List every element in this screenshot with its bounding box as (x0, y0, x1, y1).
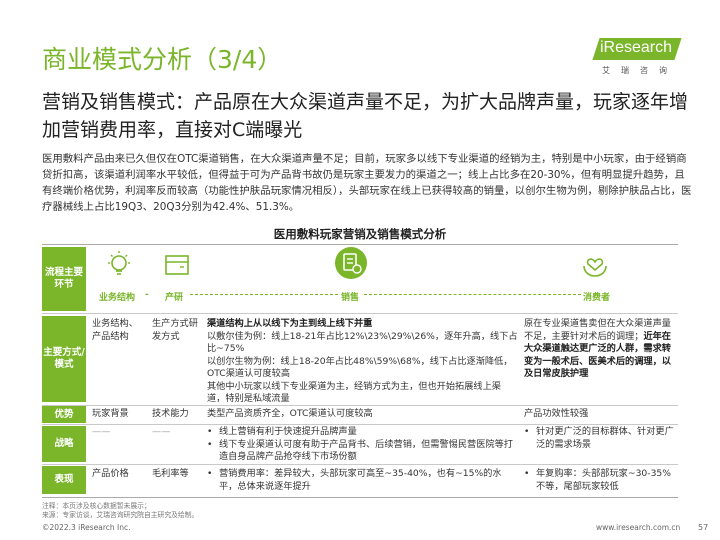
slide: 商业模式分析（3/4） iResearch 艾瑞咨询 营销及销售模式：产品原在大… (0, 0, 720, 540)
repurchase-bullet: 年复购率：头部部玩家~30-35%不等，尾部玩家较低 (524, 468, 680, 493)
row-divider (42, 424, 678, 425)
footer-source: 来源：专家访谈，艾瑞咨询研究院自主研究及绘制。 (42, 511, 199, 519)
section-title: 医用敷料玩家营销及销售模式分析 (273, 227, 447, 241)
cell-strategy-dash: —— (152, 426, 171, 437)
cell-marketing-rate: 营销费用率：差异较大，头部玩家可高至~35-40%，也有~15%的水平，总体来说… (207, 468, 519, 493)
row-label-strategy: 战略 (42, 426, 86, 462)
strategy-consumer-bullet: 针对更广泛的目标群体、针对更广泛的需求场景 (524, 426, 680, 451)
strategy-bullet: 线上营销有利于快速提升品牌声量 (207, 426, 519, 439)
cell-strategy-consumer: 针对更广泛的目标群体、针对更广泛的需求场景 (524, 426, 680, 451)
row-divider (42, 405, 678, 406)
row-label-performance: 表现 (42, 466, 86, 494)
row-divider (42, 313, 678, 314)
cell-repurchase: 年复购率：头部部玩家~30-35%不等，尾部玩家较低 (524, 468, 680, 493)
cell-production: 生产方式研发方式 (152, 318, 198, 342)
strategy-bullet: 线下专业渠道认可度有助于产品背书、后续营销，但需警惕民营医院等打造自身品牌产品抢… (207, 439, 519, 464)
body-paragraph: 医用敷料产品由来已久但仅在OTC渠道销售，在大众渠道声量不足；目前，玩家多以线下… (42, 153, 692, 213)
cell-player-background: 玩家背景 (92, 408, 129, 419)
row-divider (42, 464, 678, 465)
footer-website[interactable]: www.iresearch.com.cn (596, 523, 680, 532)
cell-business-structure: 业务结构、产品结构 (92, 318, 138, 342)
iresearch-logo: iResearch 艾瑞咨询 (586, 38, 682, 80)
lightbulb-icon (108, 251, 130, 275)
logo-subtext: 艾瑞咨询 (602, 66, 678, 75)
page-subtitle: 营销及销售模式：产品原在大众渠道声量不足，为扩大品牌声量，玩家逐年增加营销费用率… (42, 91, 689, 141)
table-bottom-rule (42, 497, 678, 498)
channel-line: 以创尔生物为例：线上18-20年占比48%\59%\68%，线下占比逐渐降低，O… (207, 355, 513, 380)
channel-line: 以敷尔佳为例：线上18-21年占比12%\23%\29%\26%，逐年升高，线下… (207, 330, 518, 355)
row-label-mode: 主要方式/模式 (42, 316, 86, 402)
heart-hands-icon (583, 258, 607, 277)
cell-strategy-dash: —— (92, 426, 111, 437)
flow-step-rnd: 产研 (165, 293, 184, 303)
factory-icon (165, 255, 189, 275)
cell-product-price: 产品价格 (92, 468, 129, 479)
flow-connector (364, 294, 581, 295)
flow-step-consumer: 消费者 (583, 293, 611, 303)
cell-qualification: 类型产品资质齐全，OTC渠道认可度较高 (207, 408, 373, 419)
row-label-advantage: 优势 (42, 406, 86, 423)
page-title: 商业模式分析（3/4） (42, 45, 283, 74)
table-top-rule (42, 244, 678, 245)
flow-connector (190, 294, 338, 295)
cell-consumer-mode: 原在专业渠道售卖但在大众渠道声量不足，主要针对术后的调理；近年在大众渠道触达更广… (524, 318, 680, 381)
cell-strategy-channel: 线上营销有利于快速提升品牌声量 线下专业渠道认可度有助于产品背书、后续营销，但需… (207, 426, 519, 464)
page-number: 57 (698, 523, 709, 532)
logo-text: iResearch (600, 39, 673, 56)
channel-line: 其他中小玩家以线下专业渠道为主，经销方式为主，但也开始拓展线上渠道，特别是私域流… (207, 380, 501, 405)
cell-gross-margin: 毛利率等 (152, 468, 189, 479)
flow-dash: - (145, 290, 149, 300)
sales-icon (335, 247, 367, 279)
performance-bullet: 营销费用率：差异较大，头部玩家可高至~35-40%，也有~15%的水平，总体来说… (207, 468, 519, 493)
cell-efficacy: 产品功效性较强 (524, 408, 589, 419)
row-label-flow: 流程主要环节 (42, 247, 86, 311)
flow-step-sales: 销售 (341, 293, 360, 303)
cell-tech-capability: 技术能力 (152, 408, 189, 419)
flow-step-business: 业务结构 (99, 293, 136, 303)
channel-structure-headline: 渠道结构上从以线下为主到线上线下并重 (207, 318, 373, 329)
footer-copyright: ©2022.3 iResearch Inc. (42, 523, 131, 532)
cell-channel-structure: 渠道结构上从以线下为主到线上线下并重 以敷尔佳为例：线上18-21年占比12%\… (207, 318, 519, 406)
